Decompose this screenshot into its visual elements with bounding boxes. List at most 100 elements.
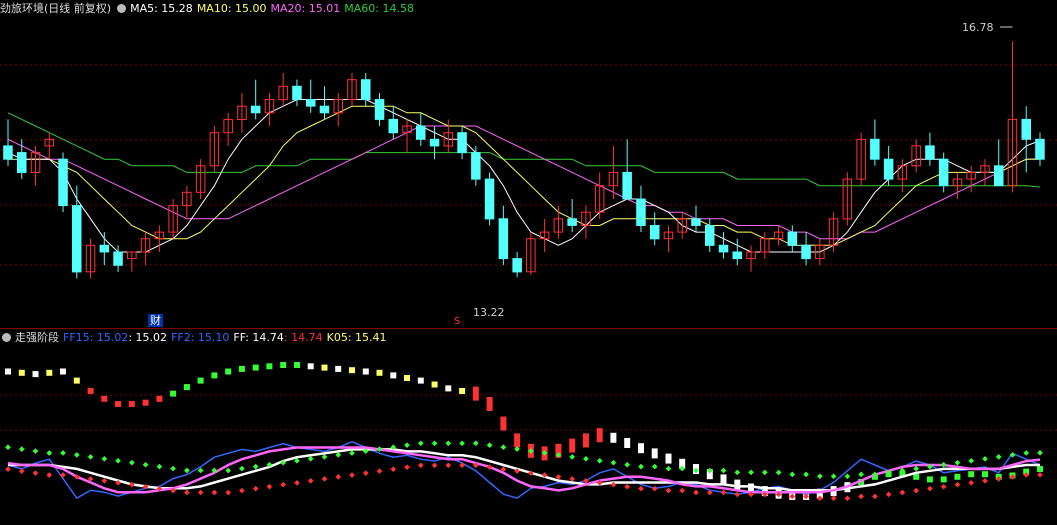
signal-bar [183,384,190,391]
candle-body [622,171,632,200]
signal-bar [445,385,452,392]
red-marker [417,462,424,469]
signal-bar [225,368,232,375]
green-marker [459,440,465,447]
red-marker [858,493,864,500]
signal-bar [417,377,424,384]
red-marker [184,489,190,496]
candle-body [292,85,302,101]
candle-body [883,158,894,180]
candle-body [471,152,481,180]
red-marker [349,472,355,478]
green-marker [1023,450,1030,456]
candle-body [3,145,13,160]
signal-bar [486,397,493,411]
signal-bar [982,471,988,478]
green-marker [789,471,796,478]
high-price-label: 16.78 [962,21,994,34]
candle-body [306,99,316,107]
red-marker [927,485,933,492]
candle-body [925,145,935,160]
signal-bar [197,377,204,384]
candle-body [113,251,123,266]
signal-bar [211,372,218,379]
green-marker [417,440,424,447]
green-marker [184,467,190,474]
candle-body [787,231,798,246]
signal-bar [734,479,741,490]
red-marker [679,487,686,494]
red-marker [872,493,878,500]
green-marker [431,440,438,447]
signal-bar [335,365,342,372]
candle-body [416,125,426,140]
candle-body [374,99,385,120]
red-marker [665,487,672,494]
green-marker [610,459,617,466]
red-marker [445,462,452,469]
red-marker [404,464,410,471]
candle-body [512,258,522,273]
red-marker [1037,471,1043,478]
red-marker [844,495,851,502]
price-chart-canvas[interactable] [0,0,1057,525]
signal-bar [940,476,947,483]
candle-body [429,138,440,147]
red-marker [638,485,644,492]
candle-body [1021,118,1031,140]
green-marker [638,463,644,470]
candle-body [319,105,330,114]
signal-bar [638,443,644,454]
signal-bar [142,399,149,406]
red-marker [390,466,397,473]
green-marker [720,467,727,474]
green-marker [940,461,947,468]
green-marker [252,463,259,470]
green-marker [376,446,383,452]
candle-body [718,244,729,253]
red-marker [940,483,947,490]
red-marker [18,468,25,474]
signal-bar [596,428,603,443]
candle-body [17,152,27,174]
red-marker [335,474,342,480]
green-marker [321,454,328,460]
red-marker [101,477,108,484]
candle-body [636,198,646,226]
green-marker [968,457,975,464]
red-marker [734,491,741,498]
candle-body [801,244,811,260]
green-marker [817,473,823,480]
green-marker [486,442,493,449]
signal-bar [46,369,53,376]
green-marker [665,465,672,472]
red-marker [225,489,232,496]
signal-bar [720,474,727,485]
red-marker [5,466,11,473]
candle-body [250,105,261,114]
s-marker[interactable]: S [454,316,460,327]
candle-body [484,178,495,220]
financial-report-marker[interactable]: 财 [148,314,163,327]
green-marker [651,463,658,470]
signal-bar [5,368,11,375]
signal-bar [87,388,94,394]
green-marker [500,444,507,451]
candle-body [705,225,715,246]
red-marker [32,470,39,476]
signal-bar [321,364,328,371]
red-marker [266,483,273,490]
candle-body [938,158,949,187]
red-marker [459,462,465,469]
candle-body [361,79,371,101]
signal-bar [252,364,259,371]
green-marker [583,455,589,462]
red-marker [899,489,906,496]
signal-bar [280,362,287,368]
green-marker [115,457,121,464]
candle-body [388,118,398,134]
signal-bar [294,362,300,368]
green-marker [101,455,108,462]
candle-body [870,138,880,160]
red-marker [431,462,438,469]
